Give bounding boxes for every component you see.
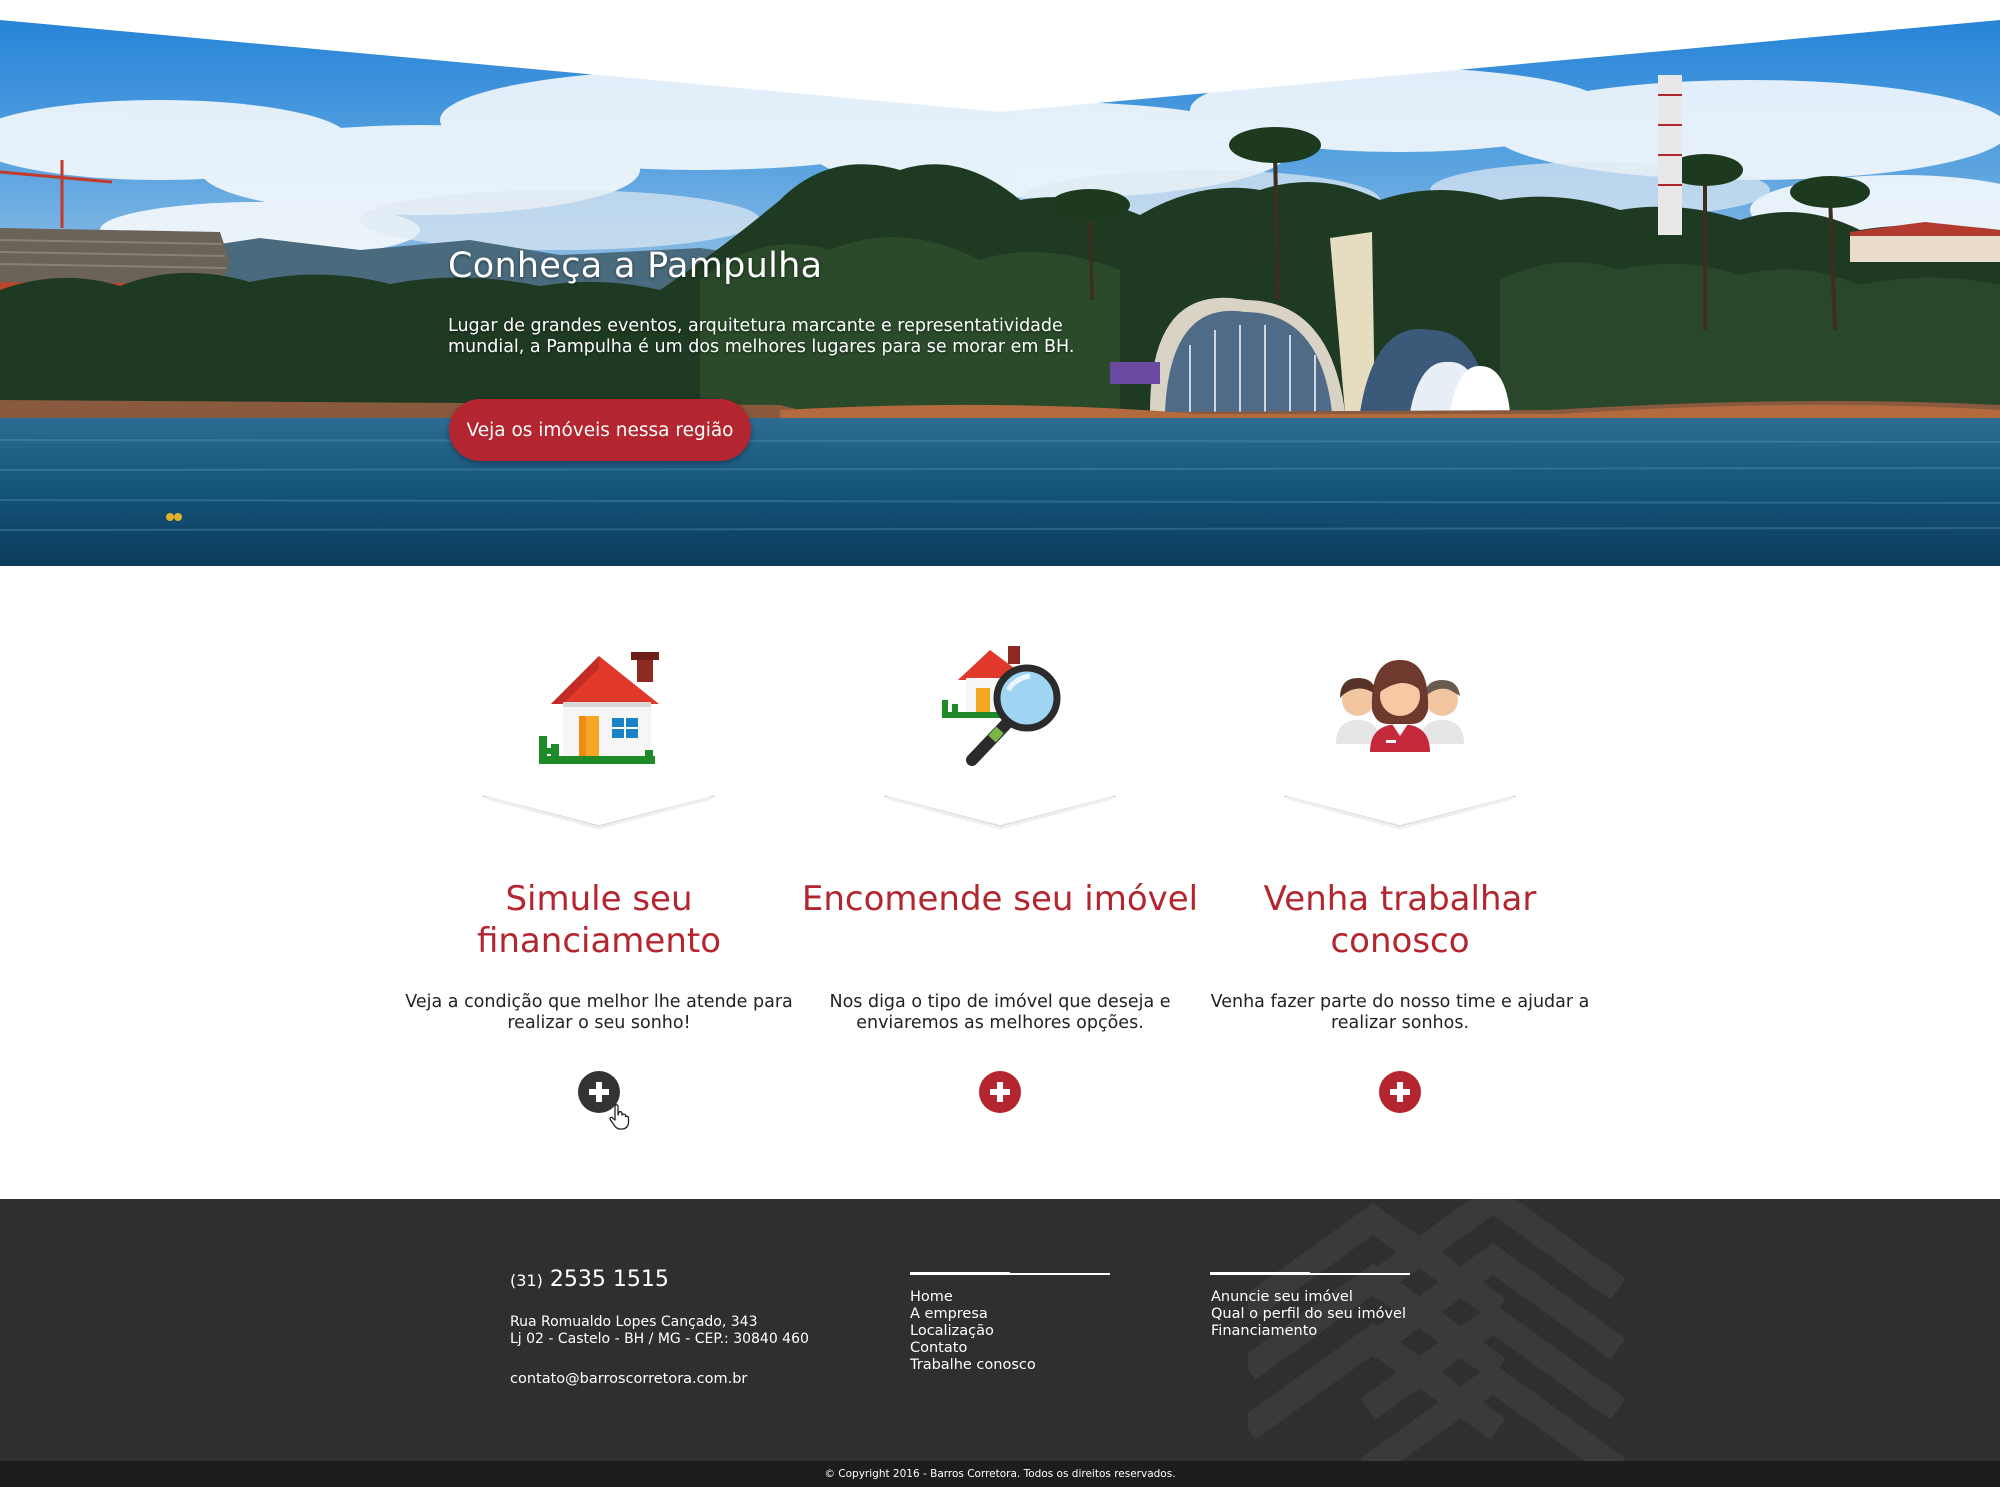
footer-link-home[interactable]: Home [910,1289,953,1305]
section-chevron [1283,795,1517,830]
section-chevron [482,795,716,830]
divider [1310,1273,1410,1275]
feature-title: Venha trabalhar conosco [1263,879,1537,961]
address-line: Lj 02 - Castelo - BH / MG - CEP.: 30840 … [510,1331,809,1347]
footer-nav-item: Qual o perfil do seu imóvel [1211,1306,1406,1323]
hero-banner: Conheça a Pampulha Lugar de grandes even… [0,0,2000,566]
plus-icon [589,1082,609,1102]
section-chevron [883,795,1117,830]
divider [1010,1273,1110,1275]
house-icon [539,652,659,764]
footer-email[interactable]: contato@barroscorretora.com.br [510,1371,747,1387]
copyright-bar: © Copyright 2016 - Barros Corretora. Tod… [0,1461,2000,1487]
feature-description: Nos diga o tipo de imóvel que deseja e e… [829,992,1171,1033]
hero-title: Conheça a Pampulha [448,246,823,286]
footer-link-advertise[interactable]: Anuncie seu imóvel [1211,1289,1353,1305]
feature-description: Veja a condição que melhor lhe atende pa… [405,992,793,1033]
feature-title: Simule seu financiamento [476,879,722,961]
footer-link-company[interactable]: A empresa [910,1306,988,1322]
copyright-text: © Copyright 2016 - Barros Corretora. Tod… [824,1468,1176,1480]
footer-address: Rua Romualdo Lopes Cançado, 343 Lj 02 - … [510,1314,809,1348]
order-property-more-button[interactable] [979,1071,1021,1113]
footer-link-profile[interactable]: Qual o perfil do seu imóvel [1211,1306,1406,1322]
footer-link-location[interactable]: Localização [910,1323,994,1339]
plus-icon [990,1082,1010,1102]
footer-link-contact[interactable]: Contato [910,1340,967,1356]
phone-number: 2535 1515 [549,1267,669,1292]
address-line: Rua Romualdo Lopes Cançado, 343 [510,1314,758,1330]
feature-title: Encomende seu imóvel [801,879,1199,919]
house-search-icon [942,646,1061,766]
footer-services: Anuncie seu imóvel Qual o perfil do seu … [1211,1289,1406,1340]
footer-nav-item: A empresa [910,1306,1036,1323]
divider [910,1272,1010,1275]
footer-phone: (31) 2535 1515 [510,1267,669,1292]
footer-link-financing[interactable]: Financiamento [1211,1323,1317,1339]
view-properties-button[interactable]: Veja os imóveis nessa região [449,399,751,461]
hand-cursor-icon [609,1104,630,1130]
phone-area-code: (31) [510,1271,543,1290]
plus-icon [1390,1082,1410,1102]
divider [1210,1272,1310,1275]
work-with-us-more-button[interactable] [1379,1071,1421,1113]
footer-nav: Home A empresa Localização Contato Traba… [910,1289,1036,1374]
footer-nav-item: Financiamento [1211,1323,1406,1340]
footer-nav-item: Contato [910,1340,1036,1357]
footer-nav-item: Anuncie seu imóvel [1211,1289,1406,1306]
footer: (31) 2535 1515 Rua Romualdo Lopes Cançad… [0,1199,2000,1461]
footer-nav-item: Localização [910,1323,1036,1340]
footer-link-careers[interactable]: Trabalhe conosco [910,1357,1036,1373]
hero-description: Lugar de grandes eventos, arquitetura ma… [448,316,1075,357]
feature-description: Venha fazer parte do nosso time e ajudar… [1210,992,1590,1033]
hero-copy: Conheça a Pampulha Lugar de grandes even… [448,246,1088,358]
footer-nav-item: Home [910,1289,1036,1306]
team-icon [1336,660,1464,752]
footer-nav-item: Trabalhe conosco [910,1357,1036,1374]
